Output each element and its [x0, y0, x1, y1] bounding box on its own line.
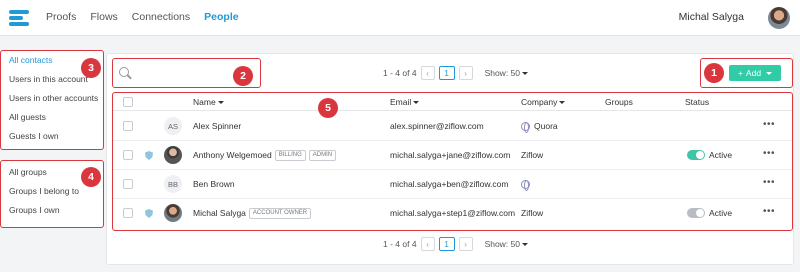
sidebar-item-all-guests[interactable]: All guests [1, 108, 103, 127]
column-company[interactable]: Company [521, 97, 566, 107]
page-size-select[interactable]: Show: 50 [484, 239, 529, 249]
status-label: Active [709, 208, 733, 218]
prev-page-button[interactable]: ‹ [420, 237, 435, 251]
table-row[interactable]: Anthony Welgemoed BILLING ADMIN michal.sal… [113, 141, 792, 170]
role-tag-billing: BILLING [274, 150, 306, 162]
pagination-top: 1 - 4 of 4 ‹ 1 › Show: 50 [383, 66, 529, 80]
globe-icon [521, 122, 530, 134]
user-avatar[interactable] [768, 7, 790, 29]
contact-name-cell: Michal Salyga ACCOUNT OWNER [193, 208, 312, 220]
contact-name[interactable]: Ben Brown [193, 179, 235, 189]
contact-email: alex.spinner@ziflow.com [390, 121, 484, 131]
avatar [164, 146, 182, 164]
column-email-label: Email [390, 97, 412, 107]
search-icon [119, 67, 129, 77]
contact-email: michal.salyga+step1@ziflow.com [390, 208, 516, 218]
page-size-select[interactable]: Show: 50 [484, 68, 529, 78]
annotation-badge-1: 1 [704, 63, 724, 83]
shield-icon [145, 209, 153, 218]
nav-people[interactable]: People [204, 11, 238, 23]
current-page[interactable]: 1 [438, 237, 455, 251]
sidebar-item-groups-i-own[interactable]: Groups I own [1, 201, 103, 220]
plus-icon: + [737, 68, 743, 78]
main-nav: Proofs Flows Connections People [46, 11, 239, 23]
annotation-badge-5: 5 [318, 98, 338, 118]
page-size-label: Show: 50 [484, 68, 521, 78]
nav-flows[interactable]: Flows [90, 11, 117, 23]
add-button[interactable]: + Add [729, 65, 781, 81]
contact-name[interactable]: Alex Spinner [193, 121, 241, 131]
page-size-label: Show: 50 [484, 239, 521, 249]
more-actions-icon[interactable]: ••• [763, 148, 775, 159]
nav-proofs[interactable]: Proofs [46, 11, 76, 23]
people-table: Name Email Company Groups Status AS Alex… [112, 92, 793, 231]
chevron-down-icon [766, 71, 773, 75]
row-checkbox[interactable] [123, 179, 133, 189]
contact-email: michal.salyga+ben@ziflow.com [390, 179, 509, 189]
globe-icon [521, 180, 530, 192]
status-toggle[interactable] [687, 150, 705, 160]
prev-page-button[interactable]: ‹ [420, 66, 435, 80]
table-row[interactable]: Michal Salyga ACCOUNT OWNER michal.salyga… [113, 199, 792, 228]
contact-name[interactable]: Michal Salyga [193, 208, 246, 218]
status-label: Active [709, 150, 733, 160]
avatar [164, 204, 182, 222]
top-bar: Proofs Flows Connections People Michal S… [0, 0, 800, 36]
sidebar-item-guests-i-own[interactable]: Guests I own [1, 127, 103, 146]
chevron-down-icon [522, 243, 529, 247]
next-page-button[interactable]: › [458, 66, 473, 80]
more-actions-icon[interactable]: ••• [763, 177, 775, 188]
contact-name-cell: Anthony Welgemoed BILLING ADMIN [193, 150, 337, 162]
company-label: Quora [534, 121, 558, 131]
contact-company: Ziflow [521, 150, 544, 160]
role-tag-admin: ADMIN [308, 150, 337, 162]
search-input[interactable] [135, 64, 245, 82]
sort-icon [559, 101, 566, 105]
add-button-label: Add [745, 68, 762, 78]
more-actions-icon[interactable]: ••• [763, 119, 775, 130]
row-checkbox[interactable] [123, 121, 133, 131]
next-page-button[interactable]: › [458, 237, 473, 251]
annotation-badge-2: 2 [233, 66, 253, 86]
column-name[interactable]: Name [193, 97, 224, 107]
column-name-label: Name [193, 97, 216, 107]
annotation-badge-4: 4 [81, 167, 101, 187]
contact-company [521, 179, 534, 192]
sort-icon [217, 101, 224, 105]
more-actions-icon[interactable]: ••• [763, 206, 775, 217]
select-all-checkbox[interactable] [123, 97, 133, 107]
row-checkbox[interactable] [123, 150, 133, 160]
nav-connections[interactable]: Connections [132, 11, 190, 23]
contact-name[interactable]: Anthony Welgemoed [193, 150, 272, 160]
table-row[interactable]: BB Ben Brown michal.salyga+ben@ziflow.co… [113, 170, 792, 199]
pagination-range: 1 - 4 of 4 [383, 239, 417, 249]
contact-company: Ziflow [521, 208, 544, 218]
contact-company: Quora [521, 121, 558, 134]
contact-email: michal.salyga+jane@ziflow.com [390, 150, 511, 160]
column-status: Status [685, 97, 710, 107]
sort-icon [413, 101, 420, 105]
pagination-bottom: 1 - 4 of 4 ‹ 1 › Show: 50 [383, 237, 529, 251]
role-tag-account-owner: ACCOUNT OWNER [248, 208, 312, 220]
chevron-down-icon [522, 72, 529, 76]
row-checkbox[interactable] [123, 208, 133, 218]
column-company-label: Company [521, 97, 558, 107]
column-groups: Groups [605, 97, 633, 107]
avatar-initials: AS [164, 117, 182, 135]
column-email[interactable]: Email [390, 97, 420, 107]
status-toggle[interactable] [687, 208, 705, 218]
table-row[interactable]: AS Alex Spinner alex.spinner@ziflow.com … [113, 112, 792, 141]
avatar-initials: BB [164, 175, 182, 193]
pagination-range: 1 - 4 of 4 [383, 68, 417, 78]
user-name[interactable]: Michal Salyga [679, 11, 744, 23]
current-page[interactable]: 1 [438, 66, 455, 80]
sidebar-item-users-other-accounts[interactable]: Users in other accounts [1, 89, 103, 108]
shield-icon [145, 151, 153, 160]
ziflow-logo-icon[interactable] [9, 8, 29, 28]
annotation-badge-3: 3 [81, 58, 101, 78]
table-header: Name Email Company Groups Status [113, 93, 792, 111]
